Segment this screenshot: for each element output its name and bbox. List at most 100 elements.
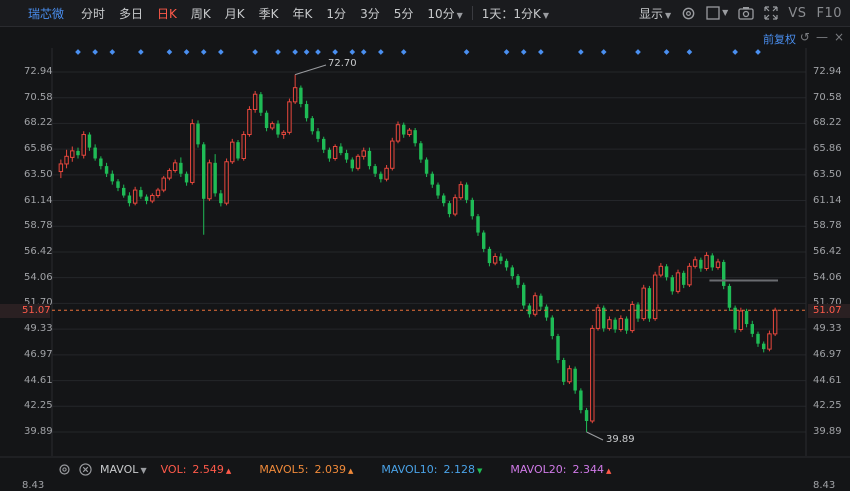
undo-icon[interactable]: ↺ xyxy=(800,30,810,44)
price-tick-label: 42.25 xyxy=(813,400,842,412)
candle-body xyxy=(584,410,589,421)
vs-button[interactable]: VS xyxy=(788,6,806,21)
price-tick-label: 58.78 xyxy=(24,220,53,232)
period-custom[interactable]: 1天：1分K ▼ xyxy=(475,5,556,22)
candle-body xyxy=(236,142,240,159)
candlestick-chart[interactable] xyxy=(0,0,850,490)
candle-body xyxy=(590,327,595,422)
candle-body xyxy=(539,295,543,307)
price-tick-label: 70.58 xyxy=(813,91,842,103)
candle-body xyxy=(464,184,469,200)
candle-body xyxy=(715,261,721,268)
candle-body xyxy=(367,150,372,167)
chevron-down-icon: ▼ xyxy=(722,8,729,17)
candle-body xyxy=(179,162,183,174)
period-monthly-k[interactable]: 月K xyxy=(218,5,252,22)
candle-body xyxy=(241,134,246,159)
current-price-tag-right: 51.07 xyxy=(808,304,850,318)
indicator-close-icon[interactable] xyxy=(79,462,92,476)
candle-body xyxy=(395,124,401,142)
candle-body xyxy=(361,150,366,157)
candle-body xyxy=(682,272,686,285)
event-marker xyxy=(138,49,144,55)
price-tick-label: 46.97 xyxy=(24,348,53,360)
candle-body xyxy=(647,288,652,319)
indicator-settings-icon[interactable] xyxy=(58,463,71,476)
candle-body xyxy=(104,166,109,174)
candle-body xyxy=(276,123,280,135)
period-weekly-k[interactable]: 周K xyxy=(184,5,218,22)
candle-body xyxy=(567,368,572,383)
checkbox-icon[interactable]: ▼ xyxy=(706,6,728,20)
vol-number: 2.549 xyxy=(192,462,224,476)
stock-name[interactable]: 瑞芯微 xyxy=(0,5,74,22)
up-triangle-icon: ▲ xyxy=(347,466,354,475)
mavol20-value: MAVOL20: 2.344 ▲ xyxy=(510,463,611,476)
period-10min[interactable]: 10分 ▼ xyxy=(420,5,469,22)
indicator-selector[interactable]: MAVOL ▼ xyxy=(100,463,147,476)
event-marker xyxy=(200,49,207,55)
period-multi-day[interactable]: 多日 xyxy=(112,5,150,22)
mavol5-number: 2.039 xyxy=(314,462,346,476)
expand-icon[interactable] xyxy=(764,6,778,20)
candle-body xyxy=(607,319,612,329)
camera-icon[interactable] xyxy=(738,6,754,20)
candle-body xyxy=(556,336,560,360)
candle-body xyxy=(93,147,97,159)
price-tick-label: 63.50 xyxy=(24,168,53,180)
event-marker xyxy=(600,49,607,55)
candle-body xyxy=(522,284,526,306)
display-menu[interactable]: 显示 ▼ xyxy=(639,5,671,22)
period-quarterly-k[interactable]: 季K xyxy=(252,5,286,22)
event-marker xyxy=(75,49,81,55)
close-icon[interactable]: × xyxy=(834,30,844,44)
price-tick-label: 68.22 xyxy=(813,117,842,129)
candle-body xyxy=(756,333,760,344)
period-1min[interactable]: 1分 xyxy=(319,5,353,22)
candle-body xyxy=(499,256,503,261)
toolbar-divider xyxy=(471,6,473,20)
period-daily-k[interactable]: 日K xyxy=(150,5,184,22)
mavol10-label: MAVOL10: xyxy=(381,462,438,476)
candle-body xyxy=(373,166,377,174)
candle-body xyxy=(687,265,692,286)
candle-body xyxy=(150,195,155,202)
price-tick-label: 72.94 xyxy=(813,66,842,77)
period-yearly-k[interactable]: 年K xyxy=(286,5,320,22)
event-marker xyxy=(755,49,761,55)
subbar-icons: ↺ — × xyxy=(800,30,844,44)
f10-button[interactable]: F10 xyxy=(816,6,842,21)
candle-body xyxy=(172,162,178,171)
mavol5-label: MAVOL5: xyxy=(259,462,309,476)
candle-body xyxy=(332,146,338,159)
vol-label: VOL: xyxy=(160,462,187,476)
event-marker xyxy=(275,49,281,55)
candle-body xyxy=(110,173,114,182)
chevron-down-icon: ▼ xyxy=(542,10,550,20)
down-triangle-icon: ▼ xyxy=(476,466,483,475)
period-3min[interactable]: 3分 xyxy=(353,5,387,22)
candle-body xyxy=(652,274,658,320)
candle-body xyxy=(224,161,229,204)
candle-body xyxy=(772,309,778,335)
candle-body xyxy=(87,134,92,148)
candle-body xyxy=(76,150,80,156)
event-marker xyxy=(303,49,310,55)
up-triangle-icon: ▲ xyxy=(225,466,232,475)
settings-gear-icon[interactable] xyxy=(681,6,696,21)
mavol10-number: 2.128 xyxy=(443,462,475,476)
candle-body xyxy=(550,317,554,337)
period-5min[interactable]: 5分 xyxy=(387,5,421,22)
adjust-mode-button[interactable]: 前复权 xyxy=(763,31,796,47)
event-marker xyxy=(400,49,407,55)
candle-body xyxy=(476,216,480,233)
period-custom-label: 1天：1分K xyxy=(481,6,541,21)
vol-value: VOL: 2.549 ▲ xyxy=(161,463,232,476)
candle-body xyxy=(122,187,126,196)
candle-body xyxy=(767,333,772,350)
period-intraday[interactable]: 分时 xyxy=(74,5,112,22)
candle-body xyxy=(161,177,166,191)
candle-body xyxy=(270,123,275,129)
minus-icon[interactable]: — xyxy=(816,30,828,44)
candle-body xyxy=(613,319,617,330)
